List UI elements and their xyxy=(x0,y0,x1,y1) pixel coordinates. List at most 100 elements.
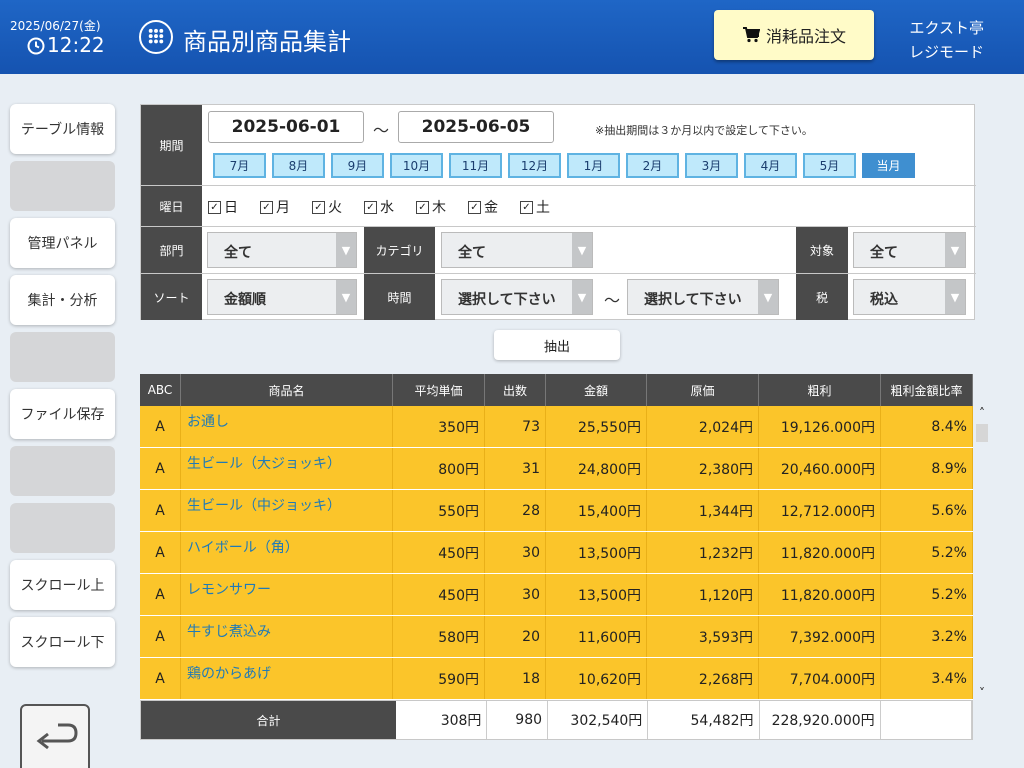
total-ratio xyxy=(881,701,972,739)
abc-rank: A xyxy=(140,658,181,699)
month-button[interactable]: 11月 xyxy=(449,153,502,178)
checkbox-checked-icon: ✓ xyxy=(468,200,481,214)
period-label: 期間 xyxy=(141,105,202,185)
sidebar-item-scroll-down[interactable]: スクロール下 xyxy=(10,617,115,667)
month-button[interactable]: 9月 xyxy=(331,153,384,178)
gross-profit: 19,126.000円 xyxy=(759,406,881,447)
product-name[interactable]: 牛すじ煮込み xyxy=(181,616,393,657)
extract-button[interactable]: 抽出 xyxy=(494,330,620,360)
weekday-checkbox-tue[interactable]: ✓ 火 xyxy=(312,197,342,217)
month-button[interactable]: 3月 xyxy=(685,153,738,178)
table-scrollbar[interactable]: ˄ ˅ xyxy=(975,406,989,700)
scrollbar-thumb[interactable] xyxy=(976,424,988,442)
table-row[interactable]: A 鶏のからあげ 590円 18 10,620円 2,268円 7,704.000円 3.4% xyxy=(140,658,973,700)
product-name[interactable]: お通し xyxy=(181,406,393,447)
mode-label: レジモード xyxy=(908,43,984,61)
table-row[interactable]: A 生ビール（中ジョッキ） 550円 28 15,400円 1,344円 12,712.00… xyxy=(140,490,973,532)
product-name[interactable]: 生ビール（中ジョッキ） xyxy=(181,490,393,531)
time-from-select[interactable]: 選択して下さい ▼ xyxy=(441,279,593,315)
weekday-checkbox-mon[interactable]: ✓ 月 xyxy=(260,197,290,217)
category-select[interactable]: 全て ▼ xyxy=(441,232,593,268)
sidebar-item-analytics[interactable]: 集計・分析 xyxy=(10,275,115,325)
order-supplies-button[interactable]: 消耗品注文 xyxy=(714,10,874,60)
checkbox-checked-icon: ✓ xyxy=(364,200,377,214)
total-profit: 228,920.000円 xyxy=(760,701,881,739)
column-header[interactable]: 原価 xyxy=(647,374,759,406)
checkbox-checked-icon: ✓ xyxy=(260,200,273,214)
weekday-checkbox-wed[interactable]: ✓ 水 xyxy=(364,197,394,217)
cost: 1,232円 xyxy=(647,532,759,573)
column-header[interactable]: 平均単価 xyxy=(393,374,485,406)
column-header[interactable]: 金額 xyxy=(546,374,647,406)
cost: 2,268円 xyxy=(647,658,759,699)
sidebar-item-table-info[interactable]: テーブル情報 xyxy=(10,104,115,154)
sidebar-item-save-file[interactable]: ファイル保存 xyxy=(10,389,115,439)
avg-price: 800円 xyxy=(393,448,485,489)
sort-select[interactable]: 金額順 ▼ xyxy=(207,279,357,315)
quantity: 30 xyxy=(485,574,546,615)
month-button[interactable]: 7月 xyxy=(213,153,266,178)
back-button[interactable] xyxy=(20,704,90,768)
month-button[interactable]: 2月 xyxy=(626,153,679,178)
table-row[interactable]: A レモンサワー 450円 30 13,500円 1,120円 11,820.000円 5.2… xyxy=(140,574,973,616)
weekday-checkbox-fri[interactable]: ✓ 金 xyxy=(468,197,498,217)
month-button[interactable]: 8月 xyxy=(272,153,325,178)
scroll-up-arrow-icon[interactable]: ˄ xyxy=(975,406,989,422)
profit-ratio: 8.9% xyxy=(881,448,973,489)
weekday-label: 曜日 xyxy=(141,186,202,226)
amount: 15,400円 xyxy=(546,490,647,531)
gross-profit: 20,460.000円 xyxy=(759,448,881,489)
abc-rank: A xyxy=(140,448,181,489)
sidebar-item-blank-3 xyxy=(10,446,115,496)
store-name: エクスト亭 xyxy=(909,19,984,37)
column-header[interactable]: 粗利金額比率 xyxy=(881,374,973,406)
sort-label: ソート xyxy=(141,274,202,320)
column-header[interactable]: 粗利 xyxy=(759,374,881,406)
cart-icon xyxy=(742,27,760,43)
table-row[interactable]: A 牛すじ煮込み 580円 20 11,600円 3,593円 7,392.000円 3.2% xyxy=(140,616,973,658)
app-header: 2025/06/27(金) 12:22 商品別商品集計 消耗品注文 エクスト亭 … xyxy=(0,0,1024,74)
month-button[interactable]: 4月 xyxy=(744,153,797,178)
date-from-field[interactable]: 2025-06-01 xyxy=(208,111,364,143)
scroll-down-arrow-icon[interactable]: ˅ xyxy=(975,686,989,702)
product-name[interactable]: ハイボール（角） xyxy=(181,532,393,573)
month-button[interactable]: 1月 xyxy=(567,153,620,178)
column-header[interactable]: ABC xyxy=(140,374,181,406)
department-select[interactable]: 全て ▼ xyxy=(207,232,357,268)
table-row[interactable]: A 生ビール（大ジョッキ） 800円 31 24,800円 2,380円 20,460.00… xyxy=(140,448,973,490)
checkbox-checked-icon: ✓ xyxy=(520,200,533,214)
weekday-checkbox-sat[interactable]: ✓ 土 xyxy=(520,197,550,217)
profit-ratio: 5.2% xyxy=(881,532,973,573)
product-name[interactable]: 生ビール（大ジョッキ） xyxy=(181,448,393,489)
avg-price: 450円 xyxy=(393,532,485,573)
sidebar-item-scroll-up[interactable]: スクロール上 xyxy=(10,560,115,610)
column-header[interactable]: 出数 xyxy=(485,374,546,406)
checkbox-checked-icon: ✓ xyxy=(312,200,325,214)
target-select[interactable]: 全て ▼ xyxy=(853,232,966,268)
checkbox-checked-icon: ✓ xyxy=(416,200,429,214)
sidebar-item-admin-panel[interactable]: 管理パネル xyxy=(10,218,115,268)
table-row[interactable]: A お通し 350円 73 25,550円 2,024円 19,126.000円 8.4% xyxy=(140,406,973,448)
quantity: 73 xyxy=(485,406,546,447)
grid-menu-icon[interactable] xyxy=(139,20,173,54)
table-row[interactable]: A ハイボール（角） 450円 30 13,500円 1,232円 11,820.000円 5… xyxy=(140,532,973,574)
product-name[interactable]: 鶏のからあげ xyxy=(181,658,393,699)
tax-select[interactable]: 税込 ▼ xyxy=(853,279,966,315)
sidebar-item-blank-4 xyxy=(10,503,115,553)
month-button-current[interactable]: 当月 xyxy=(862,153,915,178)
chevron-down-icon: ▼ xyxy=(945,233,965,267)
profit-ratio: 3.4% xyxy=(881,658,973,699)
weekday-checkbox-sun[interactable]: ✓ 日 xyxy=(208,197,238,217)
date-to-field[interactable]: 2025-06-05 xyxy=(398,111,554,143)
column-header[interactable]: 商品名 xyxy=(181,374,393,406)
month-button[interactable]: 12月 xyxy=(508,153,561,178)
period-note: ※抽出期間は３か月以内で設定して下さい。 xyxy=(595,124,813,137)
product-name[interactable]: レモンサワー xyxy=(181,574,393,615)
header-date: 2025/06/27(金) xyxy=(10,19,101,33)
time-to-select[interactable]: 選択して下さい ▼ xyxy=(627,279,779,315)
weekday-checkbox-thu[interactable]: ✓ 木 xyxy=(416,197,446,217)
return-arrow-icon xyxy=(36,723,78,750)
month-button[interactable]: 5月 xyxy=(803,153,856,178)
gross-profit: 11,820.000円 xyxy=(759,574,881,615)
month-button[interactable]: 10月 xyxy=(390,153,443,178)
